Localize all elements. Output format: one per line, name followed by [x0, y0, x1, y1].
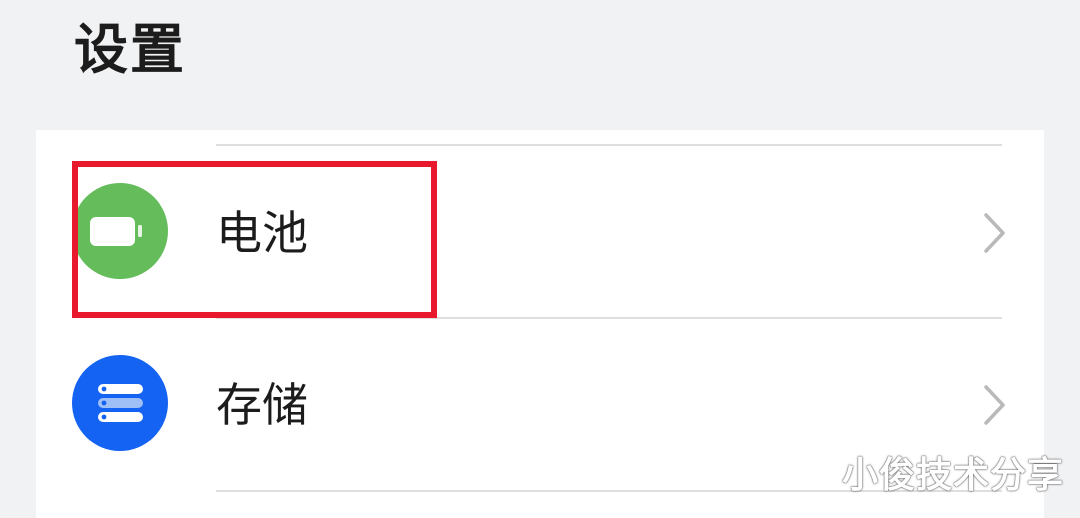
chevron-right-icon	[981, 211, 1011, 255]
chevron-right-icon	[981, 383, 1011, 427]
settings-item-battery[interactable]: 电池	[36, 147, 1044, 317]
page-title: 设置	[74, 18, 186, 81]
storage-icon	[72, 355, 168, 451]
divider	[216, 144, 1002, 146]
settings-item-label: 电池	[216, 206, 308, 260]
settings-screen: 设置 电池 存储 小俊技术分享	[0, 0, 1080, 518]
battery-icon	[72, 183, 168, 279]
watermark: 小俊技术分享	[842, 455, 1065, 496]
divider	[216, 317, 1002, 319]
settings-item-label: 存储	[216, 378, 308, 432]
